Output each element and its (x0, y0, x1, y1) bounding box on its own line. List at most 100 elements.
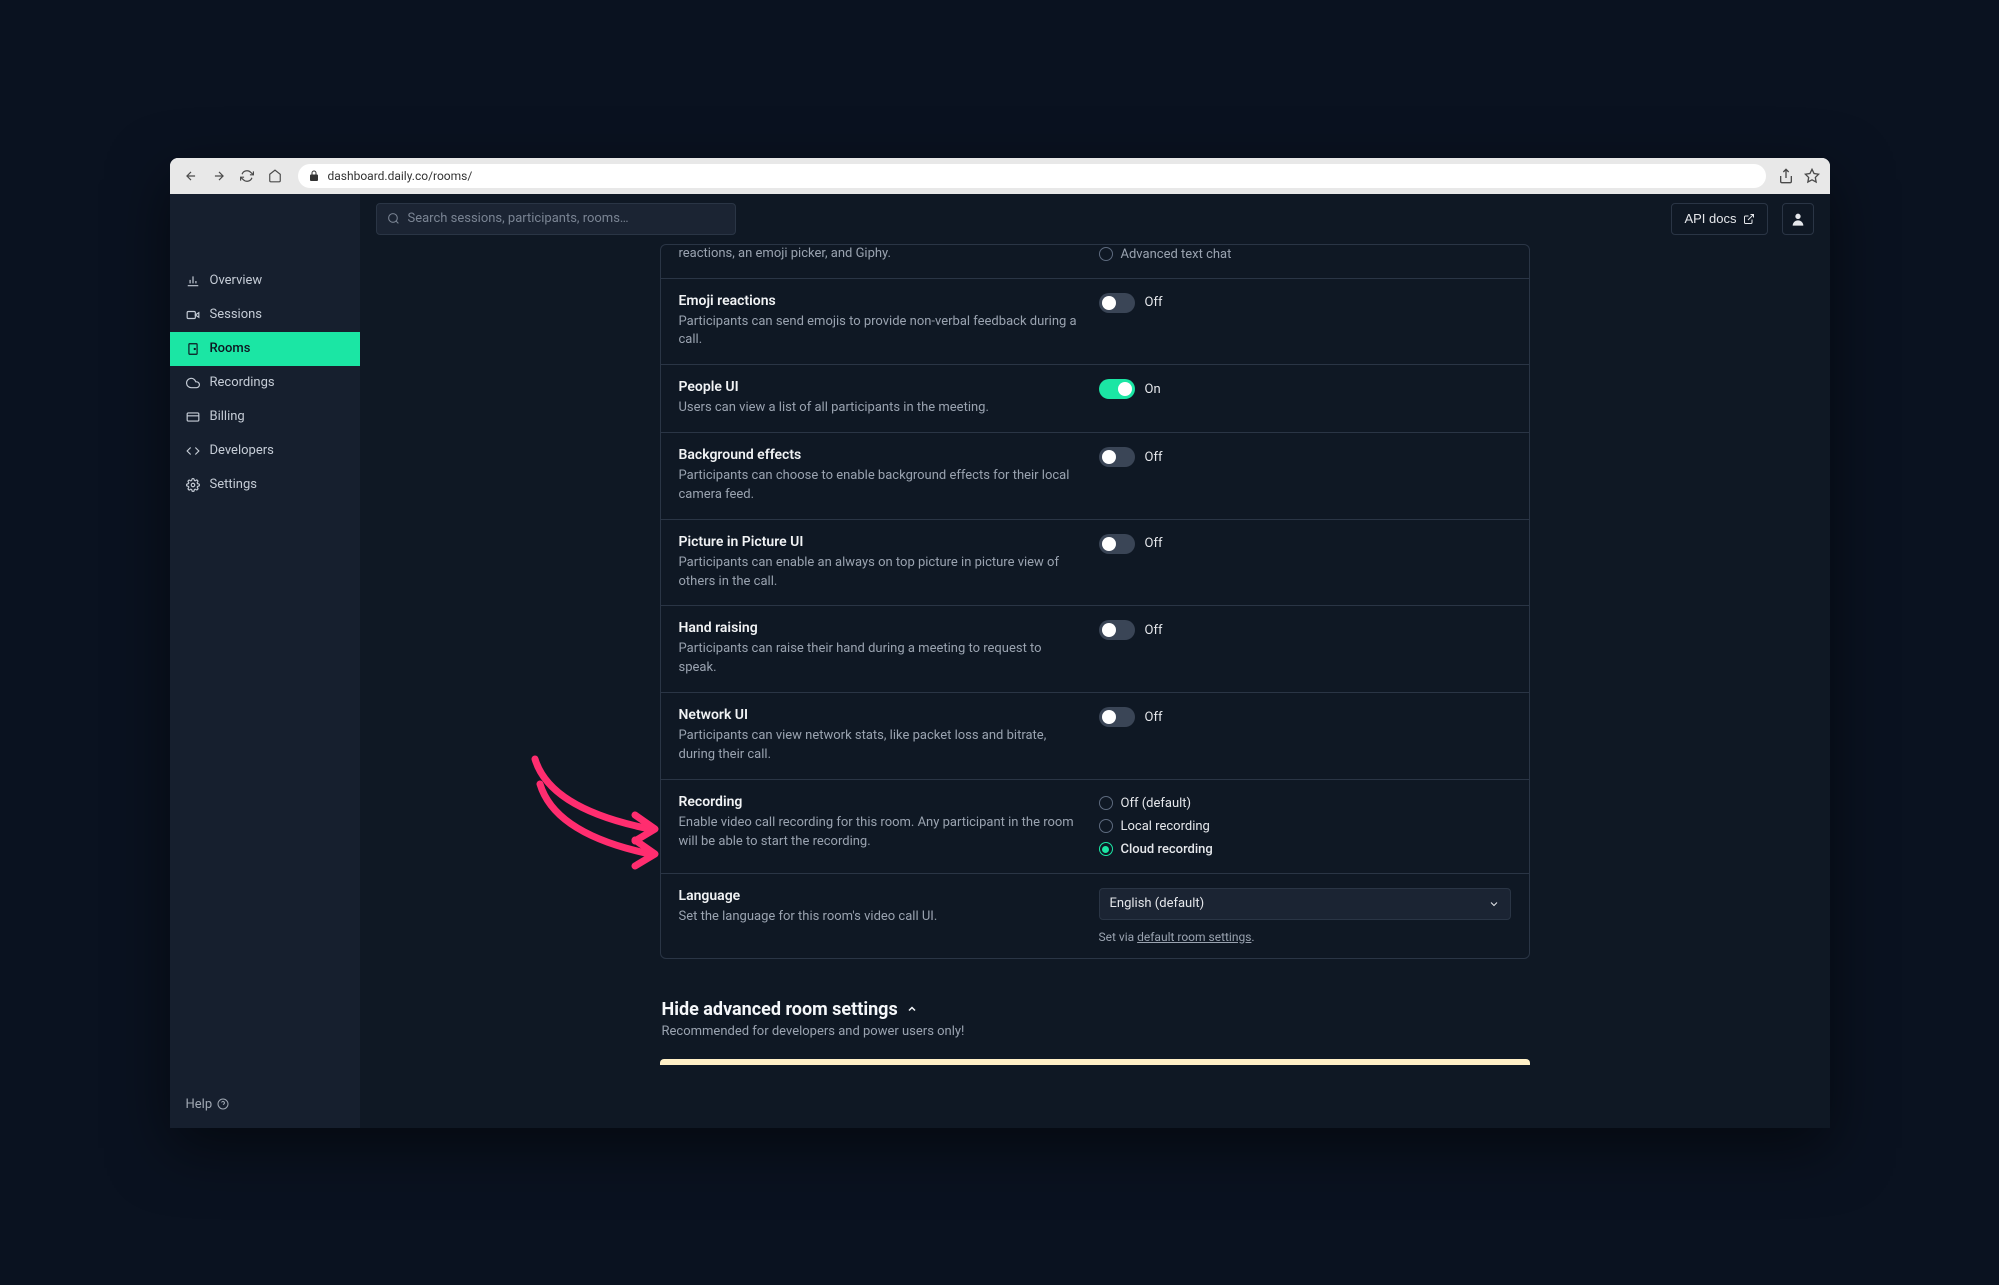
toggle-emoji-reactions[interactable] (1099, 293, 1135, 313)
radio-icon (1099, 842, 1113, 856)
setting-row-emoji-reactions: Emoji reactions Participants can send emo… (661, 279, 1529, 366)
help-link[interactable]: Help (170, 1081, 360, 1128)
advanced-toggle-section: Hide advanced room settings Recommended … (660, 999, 1530, 1039)
share-icon[interactable] (1778, 168, 1794, 184)
sidebar-item-billing[interactable]: Billing (170, 400, 360, 434)
nav-back-button[interactable] (180, 165, 202, 187)
star-icon[interactable] (1804, 168, 1820, 184)
setting-title: Recording (679, 794, 1079, 810)
bar-chart-icon (186, 274, 200, 288)
user-menu-button[interactable] (1782, 203, 1814, 235)
toggle-hand-raising[interactable] (1099, 620, 1135, 640)
video-icon (186, 308, 200, 322)
url-bar[interactable]: dashboard.daily.co/rooms/ (298, 164, 1766, 188)
toggle-picture-in-picture-ui[interactable] (1099, 534, 1135, 554)
settings-card: reactions, an emoji picker, and Giphy. A… (660, 244, 1530, 959)
setting-row-background-effects: Background effects Participants can choos… (661, 433, 1529, 520)
main-area: Search sessions, participants, rooms… AP… (360, 194, 1830, 1128)
toggle-state-label: Off (1145, 450, 1163, 465)
nav-refresh-button[interactable] (236, 165, 258, 187)
toggle-state-label: Off (1145, 536, 1163, 551)
sidebar-item-rooms[interactable]: Rooms (170, 332, 360, 366)
hide-advanced-settings-button[interactable]: Hide advanced room settings (662, 999, 1530, 1020)
url-text: dashboard.daily.co/rooms/ (328, 169, 473, 183)
warning-bar (660, 1059, 1530, 1065)
search-icon (387, 212, 400, 225)
setting-row-people-ui: People UI Users can view a list of all pa… (661, 365, 1529, 433)
app-window: Overview Sessions Rooms Recordings Billing De… (170, 194, 1830, 1128)
sidebar-item-label: Overview (210, 273, 263, 288)
topbar: Search sessions, participants, rooms… AP… (360, 194, 1830, 244)
default-room-settings-link[interactable]: default room settings (1137, 930, 1251, 944)
setting-title: Picture in Picture UI (679, 534, 1079, 550)
api-docs-button[interactable]: API docs (1671, 203, 1767, 235)
sidebar: Overview Sessions Rooms Recordings Billing De… (170, 194, 360, 1128)
code-icon (186, 444, 200, 458)
toggle-background-effects[interactable] (1099, 447, 1135, 467)
radio-local-recording[interactable]: Local recording (1099, 817, 1511, 836)
setting-title: Hand raising (679, 620, 1079, 636)
setting-title: Background effects (679, 447, 1079, 463)
radio-icon (1099, 796, 1113, 810)
nav-home-button[interactable] (264, 165, 286, 187)
lock-icon (308, 170, 320, 182)
help-icon (217, 1098, 229, 1110)
setting-desc: Participants can raise their hand during… (679, 640, 1079, 678)
setting-title: Network UI (679, 707, 1079, 723)
setting-title: Emoji reactions (679, 293, 1079, 309)
door-icon (186, 342, 200, 356)
chevron-down-icon (1488, 898, 1500, 910)
radio-cloud-recording[interactable]: Cloud recording (1099, 840, 1511, 859)
sidebar-item-label: Developers (210, 443, 274, 458)
toggle-state-label: Off (1145, 295, 1163, 310)
setting-row-hand-raising: Hand raising Participants can raise their… (661, 606, 1529, 693)
sidebar-item-recordings[interactable]: Recordings (170, 366, 360, 400)
gear-icon (186, 478, 200, 492)
sidebar-item-developers[interactable]: Developers (170, 434, 360, 468)
toggle-network-ui[interactable] (1099, 707, 1135, 727)
setting-desc: Set the language for this room's video c… (679, 908, 1079, 927)
radio-advanced-text-chat[interactable]: Advanced text chat (1099, 245, 1511, 264)
sidebar-item-label: Settings (210, 477, 257, 492)
card-icon (186, 410, 200, 424)
language-hint: Set via default room settings. (1099, 930, 1511, 944)
annotation-arrows (520, 749, 680, 883)
sidebar-item-label: Billing (210, 409, 245, 424)
setting-title: Language (679, 888, 1079, 904)
browser-frame: dashboard.daily.co/rooms/ Overview Sessio… (170, 158, 1830, 1128)
radio-off-default-[interactable]: Off (default) (1099, 794, 1511, 813)
setting-desc-fragment: reactions, an emoji picker, and Giphy. (679, 245, 1079, 264)
setting-row-language: Language Set the language for this room's… (661, 874, 1529, 958)
setting-desc: Enable video call recording for this roo… (679, 814, 1079, 852)
setting-row-picture-in-picture-ui: Picture in Picture UI Participants can en… (661, 520, 1529, 607)
search-input[interactable]: Search sessions, participants, rooms… (376, 203, 736, 235)
sidebar-item-label: Rooms (210, 341, 251, 356)
setting-row-recording: Recording Enable video call recording for… (661, 780, 1529, 874)
setting-row-partial: reactions, an emoji picker, and Giphy. A… (661, 245, 1529, 279)
sidebar-item-sessions[interactable]: Sessions (170, 298, 360, 332)
toggle-people-ui[interactable] (1099, 379, 1135, 399)
advanced-subtitle: Recommended for developers and power use… (662, 1024, 1530, 1039)
setting-row-network-ui: Network UI Participants can view network … (661, 693, 1529, 780)
setting-desc: Participants can send emojis to provide … (679, 313, 1079, 351)
toggle-state-label: On (1145, 382, 1161, 397)
setting-title: People UI (679, 379, 1079, 395)
radio-icon (1099, 247, 1113, 261)
sidebar-item-label: Recordings (210, 375, 275, 390)
sidebar-item-label: Sessions (210, 307, 263, 322)
setting-desc: Users can view a list of all participant… (679, 399, 1079, 418)
sidebar-item-settings[interactable]: Settings (170, 468, 360, 502)
toggle-state-label: Off (1145, 623, 1163, 638)
language-select[interactable]: English (default) (1099, 888, 1511, 920)
sidebar-item-overview[interactable]: Overview (170, 264, 360, 298)
browser-toolbar: dashboard.daily.co/rooms/ (170, 158, 1830, 194)
setting-desc: Participants can view network stats, lik… (679, 727, 1079, 765)
content-scroll[interactable]: reactions, an emoji picker, and Giphy. A… (360, 244, 1830, 1128)
radio-icon (1099, 819, 1113, 833)
setting-desc: Participants can choose to enable backgr… (679, 467, 1079, 505)
toggle-state-label: Off (1145, 710, 1163, 725)
external-link-icon (1743, 213, 1755, 225)
setting-desc: Participants can enable an always on top… (679, 554, 1079, 592)
user-icon (1790, 211, 1806, 227)
nav-forward-button[interactable] (208, 165, 230, 187)
